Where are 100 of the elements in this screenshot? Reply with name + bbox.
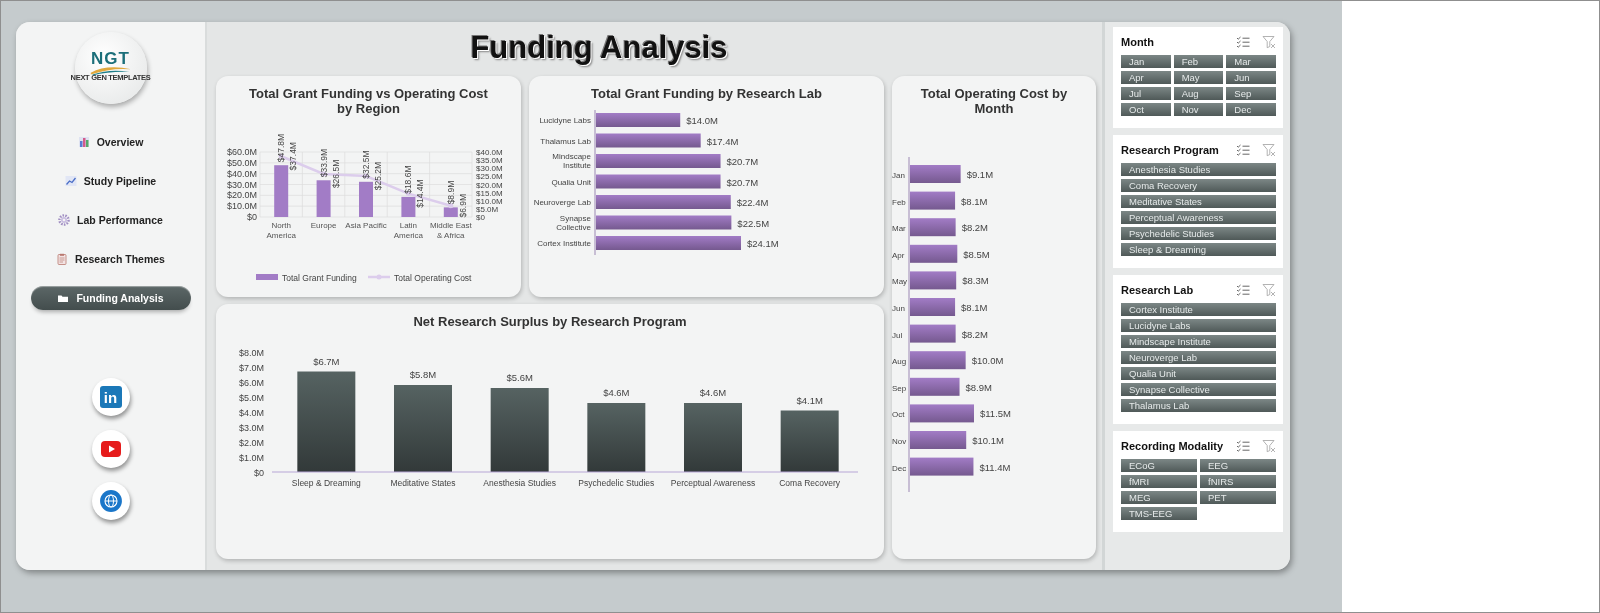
slicer-item[interactable]: Jun [1226, 71, 1276, 84]
globe-button[interactable] [91, 482, 130, 520]
category-label: Coma Recovery [779, 478, 841, 488]
category-label: Europe [310, 221, 337, 230]
slicer-item[interactable]: Anesthesia Studies [1121, 163, 1276, 176]
nav-item[interactable]: Research Themes [30, 247, 191, 271]
data-label: $4.6M [603, 387, 630, 398]
slicer-item[interactable]: Lucidyne Labs [1121, 319, 1276, 332]
axis-label: $30.0M [226, 179, 257, 190]
slicer-item[interactable]: Jul [1121, 87, 1171, 100]
axis-label: $10.0M [476, 196, 503, 206]
slicer-item[interactable]: EEG [1200, 459, 1276, 472]
clear-filter-icon[interactable] [1262, 439, 1276, 453]
data-label: $20.7M [726, 176, 759, 188]
axis-label: $30.0M [476, 164, 503, 174]
slicer-item[interactable]: Thalamus Lab [1121, 399, 1276, 412]
slicer-title: Research Lab [1121, 284, 1195, 296]
gear-icon [58, 214, 71, 226]
slicer-item[interactable]: Apr [1121, 71, 1171, 84]
multi-select-icon[interactable] [1236, 36, 1250, 48]
data-label: $5.8M [409, 369, 437, 380]
slicer-item[interactable]: fMRI [1121, 475, 1197, 488]
logo-text: NGT [91, 48, 130, 69]
slicer-item[interactable]: Feb [1173, 55, 1224, 68]
slicer-item[interactable]: Sleep & Dreaming [1121, 243, 1276, 256]
axis-label: $60.0M [226, 147, 257, 157]
legend-label: Total Grant Funding [282, 272, 357, 283]
category-label: Feb [892, 197, 906, 207]
slicer-item[interactable]: Coma Recovery [1121, 179, 1276, 192]
slicer-item[interactable]: Mindscape Institute [1121, 335, 1276, 348]
nav-item[interactable]: Overview [30, 130, 191, 154]
nav-item[interactable]: Study Pipeline [30, 169, 191, 193]
axis-label: $6.0M [239, 377, 264, 388]
slicer-item[interactable]: Dec [1226, 103, 1276, 116]
slicer-item[interactable]: Jan [1121, 55, 1171, 68]
cost-bar [910, 271, 957, 290]
clear-filter-icon[interactable] [1262, 283, 1276, 297]
youtube-button[interactable] [91, 430, 130, 468]
cost-bar [910, 377, 960, 396]
grant-bar [274, 165, 289, 217]
axis-label: $1.0M [239, 452, 264, 463]
category-label: North America [266, 221, 296, 240]
slicer-item[interactable]: Qualia Unit [1121, 367, 1276, 380]
data-label: $8.9M [965, 381, 992, 393]
linkedin-button[interactable]: in [91, 378, 130, 416]
data-label: $14.0M [686, 115, 718, 126]
data-label: $6.9M [457, 194, 468, 218]
category-label: May [892, 277, 908, 287]
nav-item[interactable]: Funding Analysis [30, 286, 191, 310]
axis-label: $7.0M [239, 362, 264, 373]
axis-label: $3.0M [239, 422, 264, 433]
slicer-item[interactable]: Aug [1173, 87, 1224, 100]
data-label: $8.3M [962, 275, 989, 287]
grant-bar [316, 180, 331, 217]
slicer-item[interactable]: Oct [1121, 103, 1171, 116]
category-label: Aug [892, 357, 907, 367]
category-label: Latin America [393, 221, 424, 240]
slicer-item[interactable]: Cortex Institute [1121, 303, 1276, 316]
multi-select-icon[interactable] [1236, 284, 1250, 296]
slicer-item[interactable]: Nov [1173, 103, 1224, 116]
slicer-item[interactable]: Neuroverge Lab [1121, 351, 1276, 364]
category-label: Mindscape Institute [552, 152, 591, 170]
cost-bar [910, 298, 956, 316]
slicer-item[interactable]: PET [1200, 491, 1276, 504]
data-label: $17.4M [706, 135, 739, 147]
cost-bar [910, 457, 974, 476]
slicer-item[interactable]: ECoG [1121, 459, 1197, 472]
clear-filter-icon[interactable] [1262, 143, 1276, 157]
category-label: Sep [892, 383, 907, 393]
multi-select-icon[interactable] [1236, 440, 1250, 452]
data-label: $26.5M [330, 159, 341, 189]
slicer-item[interactable]: Meditative States [1121, 195, 1276, 208]
slicer-item[interactable]: Perceptual Awareness [1121, 211, 1276, 224]
cost-bar [910, 191, 956, 210]
category-label: Jun [892, 304, 905, 313]
slicer-item[interactable]: Sep [1226, 87, 1276, 100]
nav-item[interactable]: Lab Performance [30, 208, 191, 232]
globe-icon [98, 489, 123, 513]
slicer-item[interactable]: Psychedelic Studies [1121, 227, 1276, 240]
data-label: $8.2M [961, 222, 989, 234]
data-label: $8.1M [961, 195, 988, 207]
multi-select-icon[interactable] [1236, 144, 1250, 156]
surplus-bar [684, 403, 742, 472]
axis-label: $35.0M [476, 156, 503, 166]
slicer-item[interactable]: MEG [1121, 491, 1197, 504]
data-label: $5.6M [506, 372, 533, 383]
slicer-item[interactable]: TMS-EEG [1121, 507, 1197, 520]
bar-chart-icon [77, 136, 90, 148]
cost-bar [910, 324, 956, 343]
slicer-item[interactable]: May [1173, 71, 1224, 84]
cost-bar [910, 404, 974, 423]
slicer-item[interactable]: fNIRS [1200, 475, 1276, 488]
data-label: $10.0M [971, 355, 1004, 367]
data-label: $11.5M [980, 408, 1011, 420]
data-label: $8.5M [963, 248, 990, 260]
category-label: Mar [892, 224, 906, 234]
slicer-item[interactable]: Synapse Collective [1121, 383, 1276, 396]
category-label: Lucidyne Labs [539, 116, 591, 125]
slicer-item[interactable]: Mar [1226, 55, 1276, 68]
clear-filter-icon[interactable] [1262, 35, 1276, 49]
